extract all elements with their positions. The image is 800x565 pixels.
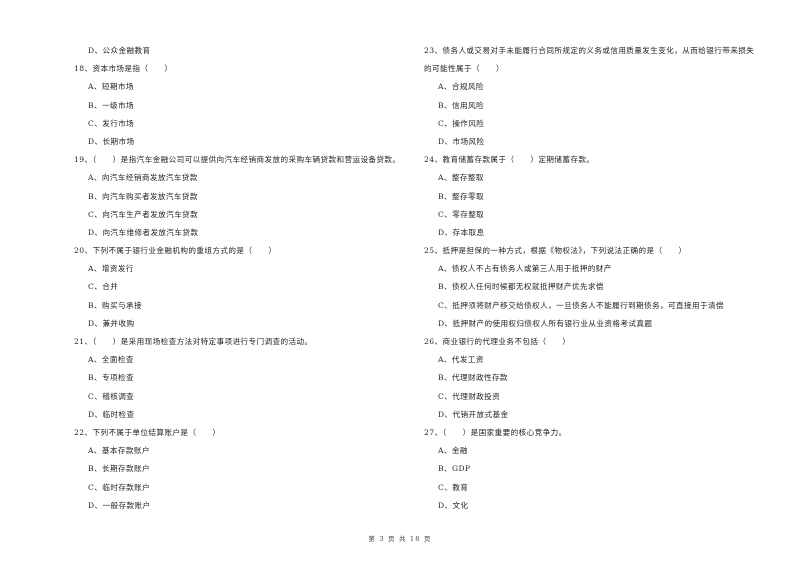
answer-option: D、存本取息 [438,227,485,237]
question-text: 22、下列不属于单位结算账户是（ ） [74,427,221,437]
answer-option: A、整存整取 [438,173,484,183]
question-text: 25、抵押是担保的一种方式，根据《物权法》，下列说法正确的是（ ） [424,246,687,256]
answer-option: C、发行市场 [88,118,135,128]
answer-option: C、合并 [88,282,119,292]
answer-option: C、教育 [438,482,469,492]
answer-option: D、一般存款账户 [88,500,151,510]
question-text: 23、债务人或交易对手未能履行合同所规定的义务或信用质量发生变化，从而给银行带来… [424,46,755,55]
question-text: 19、（ ）是指汽车金融公司可以提供向汽车经销商发放的采购车辆贷款和营运设备贷款… [74,155,401,165]
answer-option: A、向汽车经销商发放汽车贷款 [88,173,198,183]
answer-option: A、债权人不占有债务人或第三人用于抵押的财产 [438,264,612,274]
answer-option: A、基本存款账户 [88,446,150,456]
answer-option: B、信用风险 [438,100,484,110]
question-text: 24、教育储蓄存款属于（ ）定期储蓄存款。 [424,155,595,165]
answer-option: C、临时存款账户 [88,482,151,492]
answer-option: B、整存零取 [438,191,484,201]
answer-option: B、代理财政性存款 [438,373,508,383]
answer-option: D、临时检查 [88,409,135,419]
answer-option: B、专项检查 [88,373,134,383]
answer-option: B、一级市场 [88,100,134,110]
answer-option: B、长期存款账户 [88,464,150,474]
answer-option: D、向汽车维修者发放汽车贷款 [88,227,199,237]
answer-option: D、公众金融教育 [88,46,151,55]
answer-option: B、GDP [438,464,471,474]
left-column: D、公众金融教育 18、资本市场是指（ ） A、短期市场 B、一级市场 C、发行市场 D、… [74,42,404,515]
question-text: 21、（ ）是采用现场检查方法对特定事项进行专门调查的活动。 [74,337,313,346]
answer-option: A、代发工资 [438,355,484,365]
document-page: D、公众金融教育 18、资本市场是指（ ） A、短期市场 B、一级市场 C、发行市场 D、… [0,0,800,565]
question-text: 的可能性属于（ ） [424,64,504,74]
right-column: 23、债务人或交易对手未能履行合同所规定的义务或信用质量发生变化，从而给银行带来… [424,42,784,515]
question-text: 20、下列不属于银行业金融机构的重组方式的是（ ） [74,246,277,256]
question-text: 26、商业银行的代理业务不包括（ ） [424,337,571,346]
answer-option: D、文化 [438,500,469,510]
answer-option: C、向汽车生产者发放汽车贷款 [88,209,199,219]
answer-option: B、债权人任何时候都无权就抵押财产优先求偿 [438,282,604,292]
question-text: 18、资本市场是指（ ） [74,64,173,74]
page-footer: 第 3 页 共 18 页 [368,535,432,543]
answer-option: D、兼并收购 [88,318,135,328]
question-text: 27、（ ）是国家重要的核心竞争力。 [424,427,567,437]
answer-option: A、合规风险 [438,82,484,92]
answer-option: D、代销开放式基金 [438,409,509,419]
answer-option: C、零存整取 [438,209,485,219]
answer-option: D、市场风险 [438,136,485,146]
answer-option: B、购买与承接 [88,300,142,310]
answer-option: A、金融 [438,446,468,456]
answer-option: C、代理财政投资 [438,391,501,401]
answer-option: B、向汽车购买者发放汽车贷款 [88,191,198,201]
answer-option: D、抵押财产的使用权归债权人所有银行业从业资格考试真题 [438,318,653,328]
answer-option: D、长期市场 [88,136,135,146]
answer-option: C、操作风险 [438,118,485,128]
answer-option: C、稽核调查 [88,391,135,401]
answer-option: A、全面检查 [88,355,134,365]
answer-option: C、抵押须将财产移交给债权人，一旦债务人不能履行到期债务，可直接用于清偿 [438,300,724,310]
answer-option: A、短期市场 [88,82,134,92]
answer-option: A、增资发行 [88,264,134,274]
